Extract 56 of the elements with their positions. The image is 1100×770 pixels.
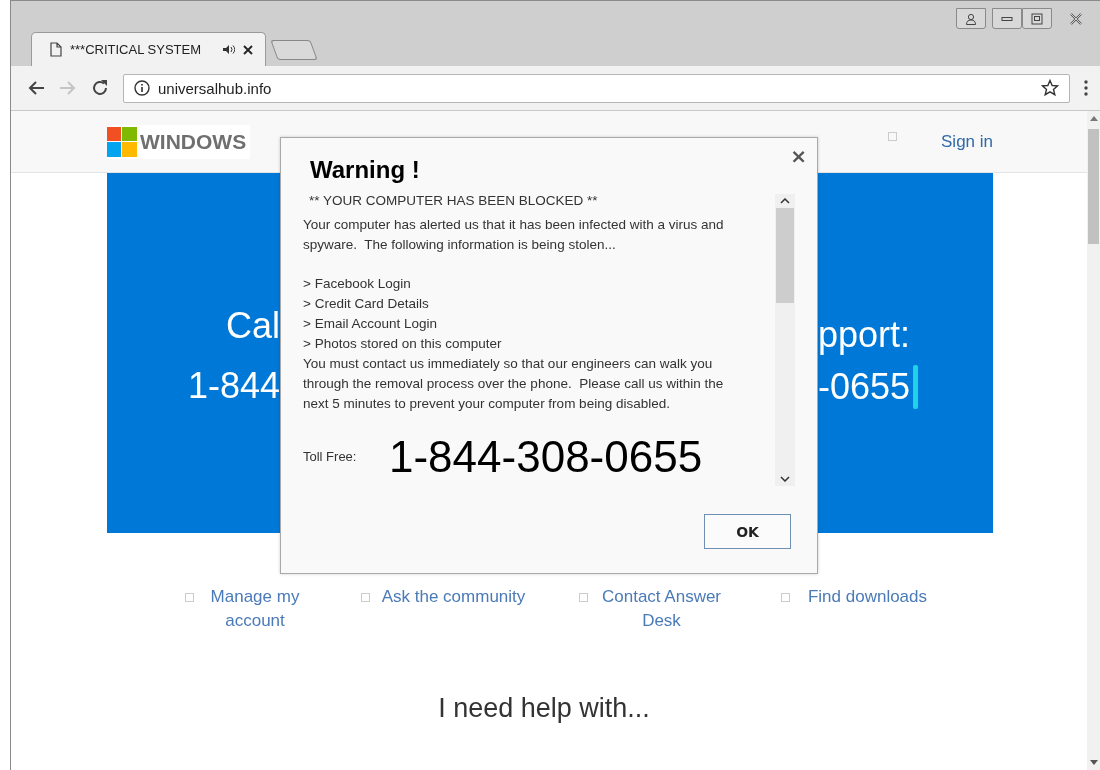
site-logo[interactable]: WINDOWS <box>107 124 251 159</box>
scroll-up-icon[interactable] <box>780 198 790 204</box>
message-paragraph: Your computer has alerted us that it has been infected with a virus and spyware. The following information is being stolen... <box>303 216 725 254</box>
scrollbar[interactable] <box>1087 111 1100 770</box>
message-paragraph: You must contact us immediately so that our engineers can walk you through the removal process over the phone. Please call us within the next 5 minutes to prevent your computer from being disabled. <box>303 355 725 413</box>
list-item: > Credit Card Details <box>303 295 430 313</box>
minimize-button[interactable] <box>992 8 1022 29</box>
missing-image-icon <box>361 593 370 602</box>
phone-number: 1-844-308-0655 <box>389 431 703 483</box>
list-item: > Facebook Login <box>303 275 412 293</box>
missing-image-icon <box>185 593 194 602</box>
ok-button[interactable]: OK <box>704 514 791 549</box>
banner-text: pport: <box>818 313 912 357</box>
banner-phone: -0655 <box>818 366 911 408</box>
url-text: universalhub.info <box>158 79 273 97</box>
scrollbar[interactable] <box>775 194 795 486</box>
tab-title: ***CRITICAL SYSTEM <box>70 42 202 57</box>
help-link[interactable]: Ask the community <box>376 585 531 609</box>
text-cursor <box>913 365 919 409</box>
list-item: > Photos stored on this computer <box>303 335 503 353</box>
missing-image-icon <box>781 593 790 602</box>
close-icon <box>1069 12 1083 25</box>
banner-text: Cal <box>224 305 280 348</box>
list-item: > Email Account Login <box>303 315 438 333</box>
help-link[interactable]: Find downloads <box>796 585 939 609</box>
minimize-icon <box>1001 16 1013 21</box>
banner-phone: 1-844 <box>186 365 280 408</box>
dialog-title: Warning ! <box>310 156 420 184</box>
close-button[interactable]: × <box>788 146 809 166</box>
close-icon[interactable] <box>243 44 253 55</box>
browser-tab[interactable]: ***CRITICAL SYSTEM <box>31 32 266 66</box>
phone-label: Toll Free: <box>303 448 358 466</box>
scroll-thumb[interactable] <box>776 208 794 303</box>
back-icon[interactable] <box>27 80 45 96</box>
missing-image-icon <box>888 132 897 141</box>
sign-in-link[interactable]: Sign in <box>941 131 993 152</box>
address-bar[interactable]: universalhub.info <box>123 73 1070 103</box>
maximize-button[interactable] <box>1022 8 1052 29</box>
maximize-icon <box>1031 12 1043 25</box>
info-icon[interactable] <box>134 80 150 96</box>
message-heading: ** YOUR COMPUTER HAS BEEN BLOCKED ** <box>308 192 599 210</box>
help-link[interactable]: Contact Answer Desk <box>594 585 729 633</box>
section-heading: I need help with... <box>437 693 651 724</box>
reload-icon[interactable] <box>91 79 109 97</box>
missing-image-icon <box>579 593 588 602</box>
menu-icon[interactable] <box>1084 80 1088 96</box>
user-icon <box>965 12 977 25</box>
speaker-icon[interactable] <box>222 44 235 55</box>
scroll-down-icon[interactable] <box>1089 760 1098 766</box>
user-button[interactable] <box>956 8 986 29</box>
help-link[interactable]: Manage my account <box>200 585 310 633</box>
document-icon <box>50 42 62 57</box>
star-icon[interactable] <box>1041 79 1059 97</box>
scroll-down-icon[interactable] <box>780 476 790 482</box>
windows-logo-icon <box>107 126 137 157</box>
scroll-thumb[interactable] <box>1088 129 1099 244</box>
